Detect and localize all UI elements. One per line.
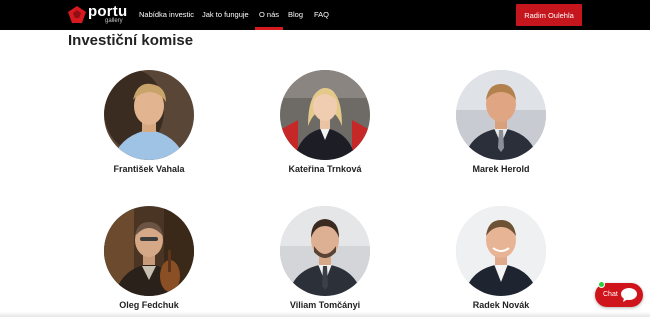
member-photo	[104, 70, 194, 160]
portu-logo-mark-icon	[68, 6, 86, 23]
member-photo	[280, 70, 370, 160]
portu-logo[interactable]: portu gallery	[68, 3, 128, 28]
member-photo	[280, 206, 370, 296]
active-nav-indicator	[255, 27, 283, 30]
member-name: Viliam Tomčányi	[289, 300, 361, 310]
top-navbar: portu gallery Nabídka investic Jak to fu…	[0, 0, 650, 30]
chat-widget-button[interactable]: Chat	[595, 281, 643, 307]
nav-link-offers[interactable]: Nabídka investic	[139, 10, 194, 19]
logo-subtitle: gallery	[105, 18, 123, 24]
member-name: Radek Novák	[472, 300, 530, 310]
chat-label: Chat	[603, 291, 618, 298]
member-photo	[104, 206, 194, 296]
member-name: František Vahala	[113, 164, 185, 174]
nav-link-blog[interactable]: Blog	[288, 10, 303, 19]
member-name: Marek Herold	[472, 164, 530, 174]
nav-link-faq[interactable]: FAQ	[314, 10, 329, 19]
user-account-button[interactable]: Radim Oulehla	[516, 4, 582, 26]
online-status-dot	[598, 281, 605, 288]
member-photo	[456, 70, 546, 160]
section-title: Investiční komise	[68, 32, 194, 49]
bottom-scroll-shadow	[0, 312, 650, 317]
member-name: Oleg Fedchuk	[119, 300, 179, 310]
member-photo	[456, 206, 546, 296]
member-name: Kateřina Trnková	[288, 164, 362, 174]
chat-bubble-icon	[621, 288, 637, 302]
nav-link-how-it-works[interactable]: Jak to funguje	[202, 10, 249, 19]
nav-link-about[interactable]: O nás	[259, 10, 279, 19]
